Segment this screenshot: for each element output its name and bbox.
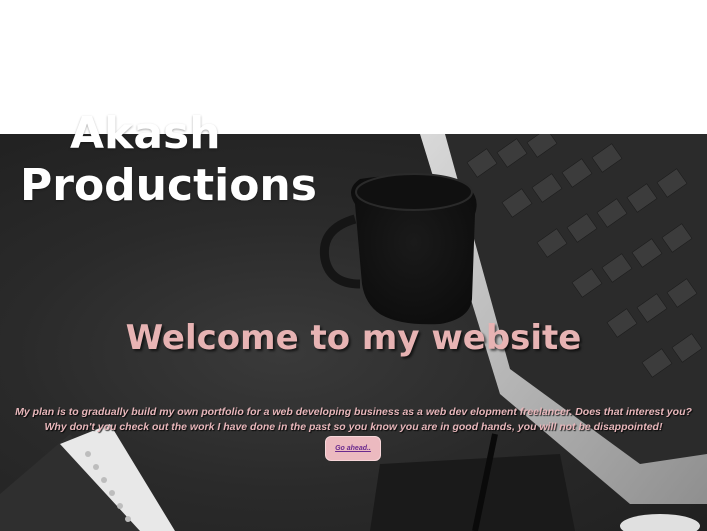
intro-text: My plan is to gradually build my own por… — [15, 406, 692, 433]
coffee-mug-graphic — [319, 173, 477, 325]
page-title: Welcome to my website — [125, 318, 582, 358]
cup-graphic — [620, 514, 700, 531]
go-ahead-button[interactable]: Go ahead.. — [325, 436, 381, 461]
dark-notebook-graphic — [370, 433, 575, 531]
brand-logo-text: Akash Productions — [20, 108, 317, 212]
brand-line-1: Akash — [70, 108, 221, 159]
page: Akash Productions Welcome to my website … — [0, 0, 707, 531]
notebook-graphic — [0, 424, 175, 531]
brand-line-2: Productions — [20, 160, 317, 211]
